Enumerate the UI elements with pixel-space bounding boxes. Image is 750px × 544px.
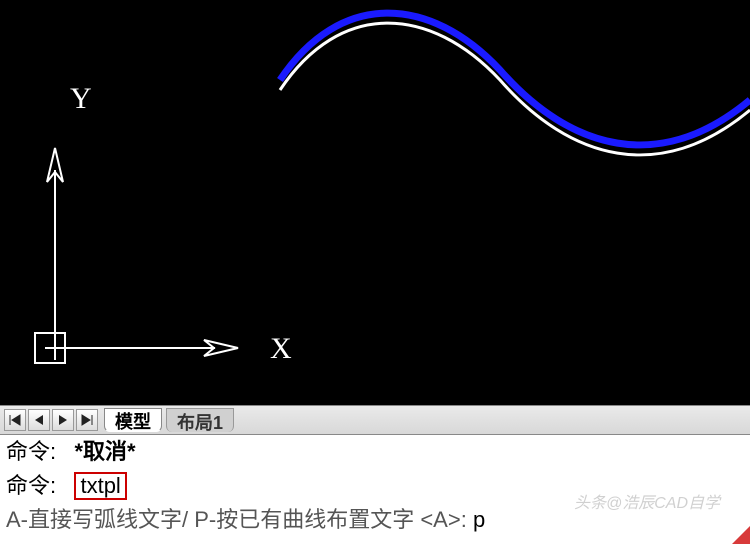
spline-blue bbox=[280, 13, 750, 145]
command-prompt-label: 命令: bbox=[6, 473, 56, 498]
tab-nav-next[interactable] bbox=[52, 409, 74, 431]
command-line-3[interactable]: A-直接写弧线文字/ P-按已有曲线布置文字 <A>: p 头条@浩辰CAD自学 bbox=[0, 503, 750, 537]
tab-layout1[interactable]: 布局1 bbox=[166, 408, 234, 432]
tab-nav-first[interactable] bbox=[4, 409, 26, 431]
spline-curves bbox=[0, 0, 750, 405]
command-line-1: 命令: *取消* bbox=[0, 435, 750, 469]
command-cancel-text: *取消* bbox=[74, 439, 135, 464]
tab-nav-prev[interactable] bbox=[28, 409, 50, 431]
layout-tabbar: 模型 布局1 bbox=[0, 405, 750, 435]
command-hint-input: p bbox=[473, 507, 485, 532]
tab-model[interactable]: 模型 bbox=[104, 408, 162, 432]
tab-nav-last[interactable] bbox=[76, 409, 98, 431]
command-input-boxed: txtpl bbox=[74, 472, 126, 500]
command-hint: A-直接写弧线文字/ P-按已有曲线布置文字 <A>: bbox=[6, 507, 467, 532]
command-prompt-label: 命令: bbox=[6, 439, 56, 464]
drawing-viewport[interactable]: Y X bbox=[0, 0, 750, 405]
command-line-2[interactable]: 命令: txtpl bbox=[0, 469, 750, 503]
corner-indicator bbox=[732, 526, 750, 544]
